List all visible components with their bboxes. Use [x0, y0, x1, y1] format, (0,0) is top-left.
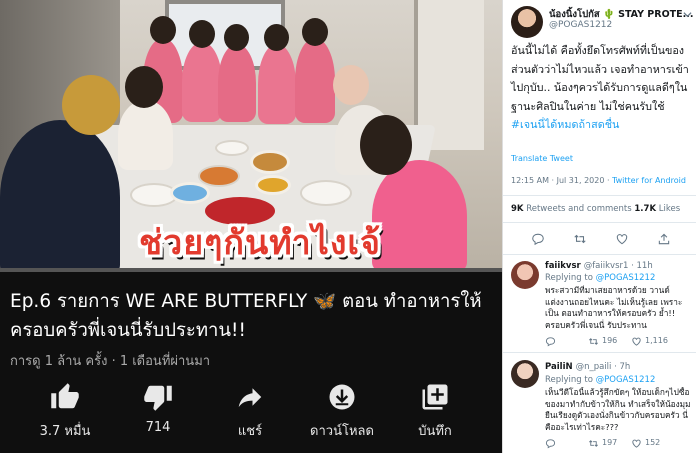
divider	[503, 195, 696, 196]
download-icon	[329, 384, 355, 410]
scene-bowl	[255, 175, 291, 195]
retweet-icon[interactable]	[573, 232, 587, 246]
tweet-text: อันนี้ไม่ได้ คือทั้งยึดโทรศัพท์ที่เป็นขอ…	[511, 42, 693, 135]
reply-like-count: 152	[645, 438, 661, 447]
reply-author[interactable]: PailiN @n_paili · 7h	[545, 362, 630, 372]
save-button[interactable]: บันทึก	[390, 382, 480, 441]
video-overlay-caption: ช่วยๆกันทำไงเจ้	[139, 223, 381, 263]
scene-person-head	[224, 24, 249, 51]
like-icon[interactable]	[615, 232, 629, 246]
tweet-hashtag[interactable]: #เจนนี่ได้หมดถ้าสดชื่น	[511, 118, 619, 131]
avatar[interactable]	[511, 6, 543, 38]
replying-to-label: Replying to	[545, 273, 596, 283]
scene-person-head	[302, 18, 328, 46]
scene-person	[182, 42, 222, 122]
video-title: Ep.6 รายการ WE ARE BUTTERFLY 🦋 ตอน ทำอาห…	[10, 291, 482, 341]
chevron-down-icon[interactable]	[683, 10, 692, 19]
reply-text: เห็นวีดีโอนี้แล้วรู้สึกขัดๆ ให้อบเด็กๆไป…	[545, 387, 691, 432]
dislike-count: 714	[145, 420, 171, 435]
replying-to-label: Replying to	[545, 375, 596, 385]
share-icon[interactable]	[657, 232, 671, 246]
retweet-icon[interactable]	[588, 336, 599, 347]
like-icon[interactable]	[631, 438, 642, 449]
reply-like-count: 1,116	[645, 336, 668, 345]
scene-person-head	[264, 24, 289, 51]
likes-count[interactable]: 1.7K	[634, 204, 656, 214]
tweet-stats: 9K Retweets and comments 1.7K Likes	[511, 204, 680, 214]
divider	[503, 254, 696, 255]
video-player[interactable]: ช่วยๆกันทำไงเจ้	[0, 0, 502, 272]
reply-author-name[interactable]: PailiN	[545, 362, 573, 372]
reply-author-handle[interactable]: @n_paili · 7h	[576, 362, 631, 372]
like-count: 3.7 หมื่น	[39, 424, 91, 439]
video-progress-bar[interactable]	[0, 268, 502, 272]
scene-bowl	[170, 182, 210, 204]
video-meta: การดู 1 ล้าน ครั้ง · 1 เดือนที่ผ่านมา	[10, 354, 211, 369]
reply-action-bar: 196 1,116	[503, 336, 696, 352]
tweet-author-handle[interactable]: @POGAS1212	[549, 20, 612, 30]
reply-replying-to: Replying to @POGAS1212	[545, 273, 655, 283]
reply-icon[interactable]	[531, 232, 545, 246]
share-button[interactable]: แชร์	[205, 382, 295, 441]
thumbs-down-icon	[144, 385, 172, 411]
reply-retweet-count: 196	[602, 336, 618, 345]
scene-person-head	[189, 20, 215, 48]
reply-icon[interactable]	[545, 438, 556, 449]
replying-to-mention[interactable]: @POGAS1212	[596, 273, 656, 283]
scene-plate	[198, 165, 240, 187]
download-button[interactable]: ดาวน์โหลด	[297, 382, 387, 441]
retweets-count[interactable]: 9K	[511, 204, 524, 214]
avatar[interactable]	[511, 360, 539, 388]
scene-bowl	[250, 150, 290, 174]
reply-replying-to: Replying to @POGAS1212	[545, 375, 655, 385]
scene-person-head	[333, 65, 369, 105]
tweet-source-link[interactable]: Twitter for Android	[612, 176, 686, 185]
divider	[503, 222, 696, 223]
scene-person	[118, 100, 173, 170]
reply-author[interactable]: faiikvsr @faiikvsr1 · 11h	[545, 261, 653, 271]
share-icon	[238, 388, 262, 407]
likes-label[interactable]: Likes	[656, 204, 680, 214]
scene-person	[295, 38, 335, 123]
scene-plate	[215, 140, 249, 156]
dislike-button[interactable]: 714	[113, 382, 203, 435]
scene-person-head	[150, 16, 176, 44]
video-actions: 3.7 หมื่น 714 แชร์ ดาวน์โหลด บันทึก	[0, 382, 502, 452]
retweets-label[interactable]: Retweets and comments	[524, 204, 635, 214]
save-label: บันทึก	[418, 424, 452, 439]
translate-tweet-link[interactable]: Translate Tweet	[511, 154, 573, 163]
download-label: ดาวน์โหลด	[310, 424, 374, 439]
scene-person	[258, 44, 296, 124]
like-button[interactable]: 3.7 หมื่น	[20, 382, 110, 441]
thumbs-up-icon	[51, 383, 79, 409]
retweet-icon[interactable]	[588, 438, 599, 449]
reply-author-handle[interactable]: @faiikvsr1 · 11h	[584, 261, 653, 271]
scene-plate	[300, 180, 352, 206]
reply-icon[interactable]	[545, 336, 556, 347]
tweet-action-bar	[503, 232, 696, 248]
reply-retweet-count: 197	[602, 438, 618, 447]
reply-action-bar: 197 152	[503, 438, 696, 453]
tweet-timestamp: 12:15 AM · Jul 31, 2020 · Twitter for An…	[511, 176, 686, 185]
like-icon[interactable]	[631, 336, 642, 347]
reply-author-name[interactable]: faiikvsr	[545, 261, 581, 271]
replying-to-mention[interactable]: @POGAS1212	[596, 375, 656, 385]
scene-person-head	[360, 115, 412, 175]
divider	[503, 352, 696, 353]
share-label: แชร์	[237, 424, 263, 439]
scene-person-head	[62, 75, 120, 135]
avatar[interactable]	[511, 261, 539, 289]
tweet-time-text: 12:15 AM · Jul 31, 2020 ·	[511, 176, 613, 185]
reply-text: พระสวามีที่มาเสยอาหารด้วย วานด์แต่งงานถอ…	[545, 285, 683, 330]
scene-person	[218, 44, 256, 122]
video-panel: ช่วยๆกันทำไงเจ้ Ep.6 รายการ WE ARE BUTTE…	[0, 0, 502, 453]
save-playlist-icon	[422, 384, 448, 410]
scene-person-head	[125, 66, 163, 108]
tweet-body-text: อันนี้ไม่ได้ คือทั้งยึดโทรศัพท์ที่เป็นขอ…	[511, 44, 689, 113]
tweet-panel: น้องนิ้งโปกัส 🌵 STAY PROTE... @POGAS1212…	[502, 0, 696, 453]
